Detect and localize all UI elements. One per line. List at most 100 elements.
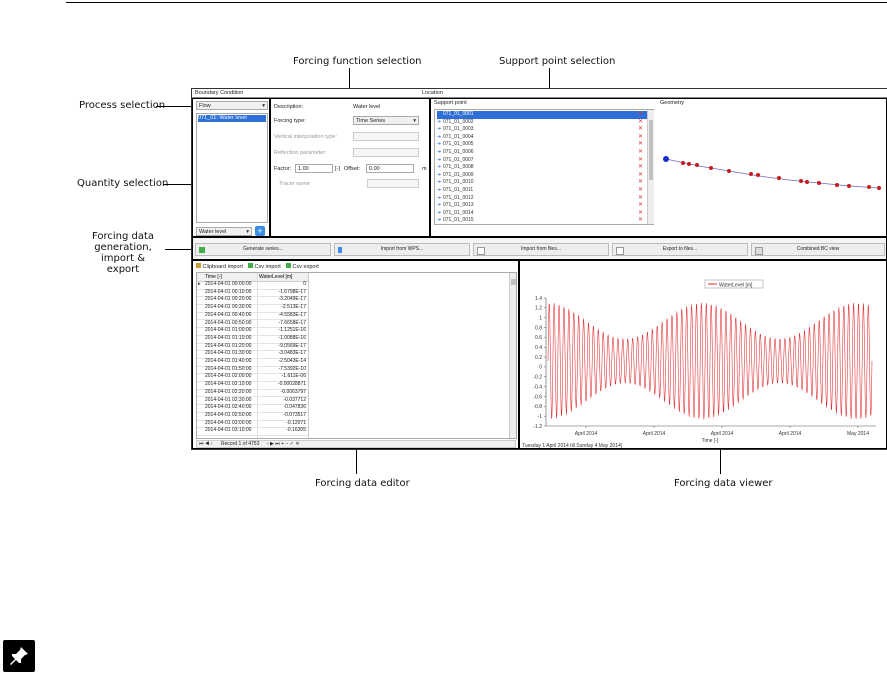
support-point-item[interactable]: ➜ 071_01_0002 ✕: [437, 119, 651, 127]
grid-scrollbar[interactable]: [509, 273, 516, 438]
import-files-button[interactable]: Import from files...: [473, 243, 609, 256]
cell-time[interactable]: 2014-04-01 01:40:00: [205, 358, 257, 366]
csv-import-button[interactable]: Csv import: [248, 263, 281, 270]
remove-icon[interactable]: ✕: [638, 119, 643, 127]
point-marker[interactable]: [777, 176, 781, 180]
cell-water-level[interactable]: -0.037712: [257, 397, 306, 405]
point-marker[interactable]: [835, 183, 839, 187]
point-marker[interactable]: [681, 161, 685, 165]
remove-icon[interactable]: ✕: [638, 210, 643, 218]
remove-icon[interactable]: ✕: [638, 187, 643, 195]
quantity-select[interactable]: Water level ▾: [196, 227, 252, 236]
remove-icon[interactable]: ✕: [638, 149, 643, 157]
import-wps-button[interactable]: Import from WPS...: [334, 243, 470, 256]
nav-first-icon[interactable]: ⏮ ◀ ‹: [199, 441, 212, 447]
support-point-item[interactable]: ➜ 071_01_0003 ✕: [437, 126, 651, 134]
point-marker[interactable]: [749, 172, 753, 176]
support-point-scrollbar[interactable]: [647, 110, 654, 224]
cell-time[interactable]: 2014-04-01 00:50:00: [205, 320, 257, 328]
cell-water-level[interactable]: -1.0088E-16: [257, 335, 306, 343]
support-point-item[interactable]: ➜ 071_01_0008 ✕: [437, 164, 651, 172]
export-files-button[interactable]: Export to files...: [612, 243, 748, 256]
combined-bc-view-button[interactable]: Combined BC view: [751, 243, 885, 256]
support-point-item[interactable]: ➜ 071_01_0007 ✕: [437, 157, 651, 165]
col-time-header[interactable]: Time [-]: [205, 273, 222, 281]
cell-time[interactable]: 2014-04-01 02:20:00: [205, 389, 257, 397]
support-point-item[interactable]: ➜ 071_01_0012 ✕: [437, 195, 651, 203]
point-marker[interactable]: [805, 180, 809, 184]
remove-icon[interactable]: ✕: [638, 111, 643, 119]
cell-time[interactable]: 2014-04-01 01:00:00: [205, 327, 257, 335]
point-marker[interactable]: [877, 186, 881, 190]
remove-icon[interactable]: ✕: [638, 157, 643, 165]
cell-water-level[interactable]: -0.16305: [257, 427, 306, 435]
cell-time[interactable]: 2014-04-01 02:10:00: [205, 381, 257, 389]
cell-water-level[interactable]: -9.0569E-17: [257, 343, 306, 351]
remove-icon[interactable]: ✕: [638, 179, 643, 187]
support-point-item[interactable]: ➜ 071_01_0004 ✕: [437, 134, 651, 142]
point-marker[interactable]: [799, 179, 803, 183]
support-point-item[interactable]: ➜ 071_01_0011 ✕: [437, 187, 651, 195]
cell-time[interactable]: 2014-04-01 00:30:00: [205, 304, 257, 312]
point-marker[interactable]: [756, 173, 760, 177]
cell-water-level[interactable]: -7.6658E-17: [257, 320, 306, 328]
point-marker[interactable]: [695, 163, 699, 167]
cell-water-level[interactable]: -0.00028871: [257, 381, 306, 389]
remove-icon[interactable]: ✕: [638, 172, 643, 180]
point-marker[interactable]: [867, 185, 871, 189]
cell-water-level[interactable]: -3.2049E-17: [257, 296, 306, 304]
cell-time[interactable]: 2014-04-01 03:00:00: [205, 420, 257, 428]
support-point-item[interactable]: ➜ 071_01_0001 ✕: [437, 111, 651, 119]
scroll-thumb[interactable]: [511, 279, 516, 285]
support-point-item[interactable]: ➜ 071_01_0006 ✕: [437, 149, 651, 157]
cell-water-level[interactable]: -0.0063797: [257, 389, 306, 397]
support-point-item[interactable]: ➜ 071_01_0005 ✕: [437, 141, 651, 149]
cell-water-level[interactable]: -0.047836: [257, 404, 306, 412]
point-marker[interactable]: [709, 166, 713, 170]
cell-water-level[interactable]: -3.0483E-17: [257, 350, 306, 358]
cell-time[interactable]: 2014-04-01 02:30:00: [205, 397, 257, 405]
cell-water-level[interactable]: -2.513E-17: [257, 304, 306, 312]
cell-time[interactable]: 2014-04-01 03:10:00: [205, 427, 257, 435]
cell-time[interactable]: 2014-04-01 01:30:00: [205, 350, 257, 358]
cell-time[interactable]: 2014-04-01 01:20:00: [205, 343, 257, 351]
remove-icon[interactable]: ✕: [638, 202, 643, 210]
cell-water-level[interactable]: -1.1251E-16: [257, 327, 306, 335]
support-point-item[interactable]: ➜ 071_01_0014 ✕: [437, 210, 651, 218]
remove-icon[interactable]: ✕: [638, 195, 643, 203]
support-point-item[interactable]: ➜ 071_01_0013 ✕: [437, 202, 651, 210]
cell-water-level[interactable]: -0.073517: [257, 412, 306, 420]
remove-icon[interactable]: ✕: [638, 164, 643, 172]
cell-water-level[interactable]: -1.6798E-17: [257, 289, 306, 297]
cell-time[interactable]: 2014-04-01 02:00:00: [205, 373, 257, 381]
cell-time[interactable]: 2014-04-01 02:50:00: [205, 412, 257, 420]
cell-water-level[interactable]: -7.5392E-10: [257, 366, 306, 374]
remove-icon[interactable]: ✕: [638, 141, 643, 149]
clipboard-import-button[interactable]: Clipboard import: [196, 263, 243, 270]
point-marker[interactable]: [847, 184, 851, 188]
cell-time[interactable]: 2014-04-01 00:40:00: [205, 312, 257, 320]
selected-point-marker[interactable]: [663, 156, 669, 162]
tracer-input[interactable]: [367, 179, 419, 188]
scroll-thumb[interactable]: [649, 120, 653, 180]
csv-export-button[interactable]: Csv export: [286, 263, 319, 270]
table-row[interactable]: 2014-04-01 03:10:00 -0.16305: [197, 427, 308, 436]
cell-time[interactable]: 2014-04-01 02:40:00: [205, 404, 257, 412]
process-dropdown[interactable]: Flow ▾: [196, 101, 268, 110]
forcing-type-dropdown[interactable]: Time Series ▾: [353, 116, 419, 125]
cell-water-level[interactable]: 0: [257, 281, 306, 289]
point-marker[interactable]: [687, 162, 691, 166]
cell-time[interactable]: 2014-04-01 00:00:00: [205, 281, 257, 289]
cell-water-level[interactable]: -2.5043E-14: [257, 358, 306, 366]
remove-icon[interactable]: ✕: [638, 217, 643, 224]
support-point-item[interactable]: ➜ 071_01_0009 ✕: [437, 172, 651, 180]
cell-time[interactable]: 2014-04-01 01:10:00: [205, 335, 257, 343]
quantity-list-item[interactable]: 071_01: Water level: [198, 115, 266, 122]
reflection-input[interactable]: [353, 148, 419, 157]
point-marker[interactable]: [727, 169, 731, 173]
support-point-item[interactable]: ➜ 071_01_0015 ✕: [437, 217, 651, 224]
point-marker[interactable]: [817, 181, 821, 185]
cell-time[interactable]: 2014-04-01 01:50:00: [205, 366, 257, 374]
support-point-item[interactable]: ➜ 071_01_0010 ✕: [437, 179, 651, 187]
cell-time[interactable]: 2014-04-01 00:20:00: [205, 296, 257, 304]
